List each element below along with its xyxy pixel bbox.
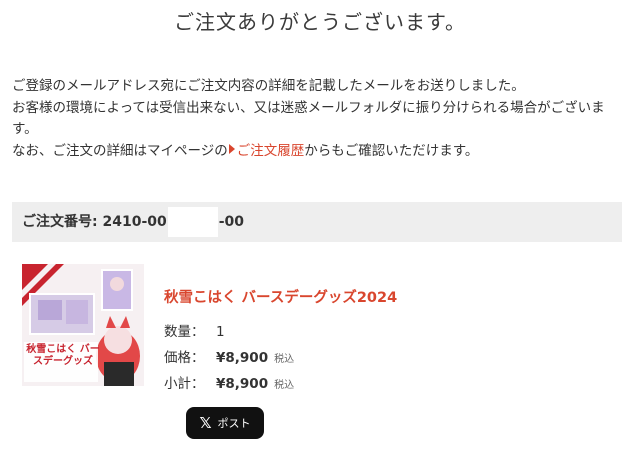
message-line-history: なお、ご注文の詳細はマイページの ご注文履歴からもご確認いただけます。 <box>12 141 628 163</box>
product-thumbnail-caption: 秋雪こはく バースデーグッズ <box>26 344 100 367</box>
order-number-prefix: 2410-00 <box>102 214 167 230</box>
order-number-bar: ご注文番号: 2410-00 -00 <box>12 202 622 242</box>
order-number-label: ご注文番号: <box>22 214 103 230</box>
subtotal-tax-note: 税込 <box>274 380 295 391</box>
order-history-link-label: ご注文履歴 <box>236 142 305 159</box>
message-history-prefix: なお、ご注文の詳細はマイページの <box>12 142 228 159</box>
subtotal-value: ¥8,900 <box>216 376 269 392</box>
price-tax-note: 税込 <box>274 354 295 365</box>
confirmation-message: ご登録のメールアドレス宛にご注文内容の詳細を記載したメールをお送りしました。 お… <box>12 76 628 162</box>
message-line-email-sent: ご登録のメールアドレス宛にご注文内容の詳細を記載したメールをお送りしました。 <box>12 78 525 94</box>
subtotal-label: 小計： <box>164 376 205 392</box>
quantity-label: 数量： <box>164 324 205 340</box>
quantity-row: 数量： 1 <box>164 320 225 340</box>
subtotal-row: 小計： ¥8,900 税込 <box>164 372 294 392</box>
message-line-spam-notice: お客様の環境によっては受信出来ない、又は迷惑メールフォルダに振り分けられる場合が… <box>12 99 605 138</box>
page-title: ご注文ありがとうございます。 <box>174 10 466 34</box>
quantity-value: 1 <box>216 324 225 340</box>
arrow-right-icon <box>228 143 235 154</box>
x-post-button[interactable]: 𝕏 ポスト <box>186 407 264 439</box>
x-logo-icon: 𝕏 <box>199 414 212 432</box>
x-post-label: ポスト <box>217 417 251 430</box>
order-history-link[interactable]: ご注文履歴 <box>228 142 305 159</box>
product-name[interactable]: 秋雪こはく バースデーグッズ2024 <box>164 286 397 307</box>
order-number-suffix: -00 <box>218 214 245 230</box>
message-history-suffix: からもご確認いただけます。 <box>304 142 479 159</box>
product-thumbnail[interactable]: 秋雪こはく バースデーグッズ <box>22 264 144 386</box>
redacted-block <box>167 207 218 237</box>
price-row: 価格： ¥8,900 税込 <box>164 346 294 366</box>
price-label: 価格： <box>164 350 205 366</box>
price-value: ¥8,900 <box>216 350 269 366</box>
